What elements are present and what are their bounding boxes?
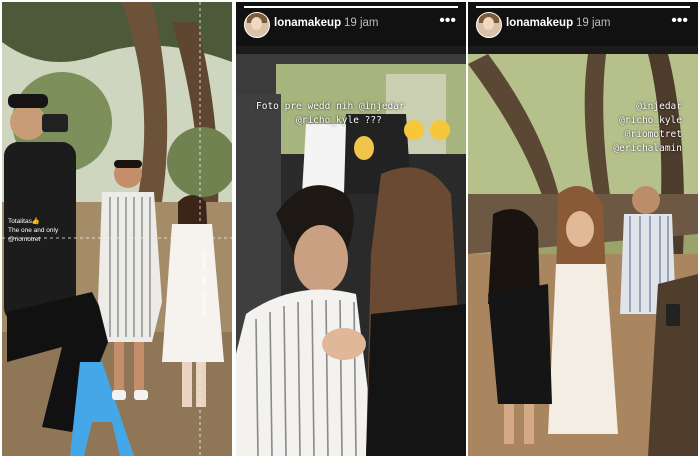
- caption-line[interactable]: @riomotret: [8, 235, 58, 244]
- story-2-caption: Foto pre wedd nih @injedar @richo_kyle ?…: [256, 100, 405, 128]
- avatar[interactable]: [244, 12, 270, 38]
- mention-tag[interactable]: @richo_kyle: [200, 250, 207, 286]
- mention-tag[interactable]: @erichalamin: [613, 142, 682, 156]
- mention-tag[interactable]: @richo_kyle: [613, 114, 682, 128]
- caption-line: Totalitas👍: [8, 218, 40, 225]
- post-time: 19 jam: [344, 17, 379, 29]
- story-panel-2[interactable]: lonamakeup 19 jam ••• Foto pre wedd nih …: [236, 2, 466, 456]
- story-progress-bar: [244, 6, 458, 8]
- smirk-emoji-icon: [430, 120, 450, 140]
- username[interactable]: lonamakeup: [506, 17, 573, 29]
- story-progress-bar: [476, 6, 690, 8]
- caption-line-2: @richo_kyle ???: [296, 115, 382, 126]
- story-panel-3[interactable]: lonamakeup 19 jam ••• @injedar @richo_ky…: [468, 2, 698, 456]
- story-1-vertical-tags: @richo_kyle @injedar: [195, 250, 207, 318]
- username[interactable]: lonamakeup: [274, 17, 341, 29]
- more-options-icon[interactable]: •••: [439, 12, 456, 30]
- story-header: lonamakeup 19 jam •••: [236, 2, 466, 46]
- flushed-emoji-icon: [404, 120, 424, 140]
- story-1-caption: Totalitas👍 The one and only @riomotret: [8, 217, 58, 244]
- caption-line-1: Foto pre wedd nih @injedar: [256, 101, 405, 112]
- story-header: lonamakeup 19 jam •••: [468, 2, 698, 46]
- story-panel-1[interactable]: Totalitas👍 The one and only @riomotret @…: [2, 2, 232, 456]
- more-options-icon[interactable]: •••: [671, 12, 688, 30]
- mention-tag[interactable]: @injedar: [613, 100, 682, 114]
- avatar[interactable]: [476, 12, 502, 38]
- caption-line: The one and only: [8, 227, 59, 234]
- mention-tag[interactable]: @injedar: [200, 292, 207, 318]
- post-time: 19 jam: [576, 17, 611, 29]
- mention-tag[interactable]: @riomotret: [613, 128, 682, 142]
- story-3-tags: @injedar @richo_kyle @riomotret @erichal…: [613, 100, 682, 156]
